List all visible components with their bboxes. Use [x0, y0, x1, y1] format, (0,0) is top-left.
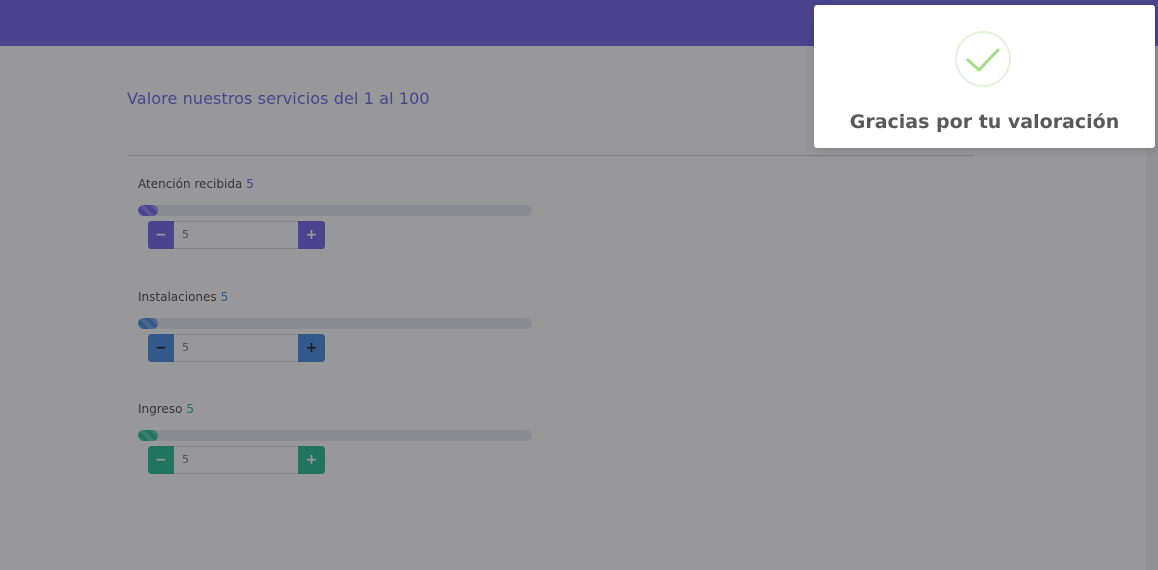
check-icon	[954, 30, 1012, 88]
success-toast: Gracias por tu valoración	[814, 5, 1155, 148]
toast-title: Gracias por tu valoración	[849, 111, 1120, 133]
